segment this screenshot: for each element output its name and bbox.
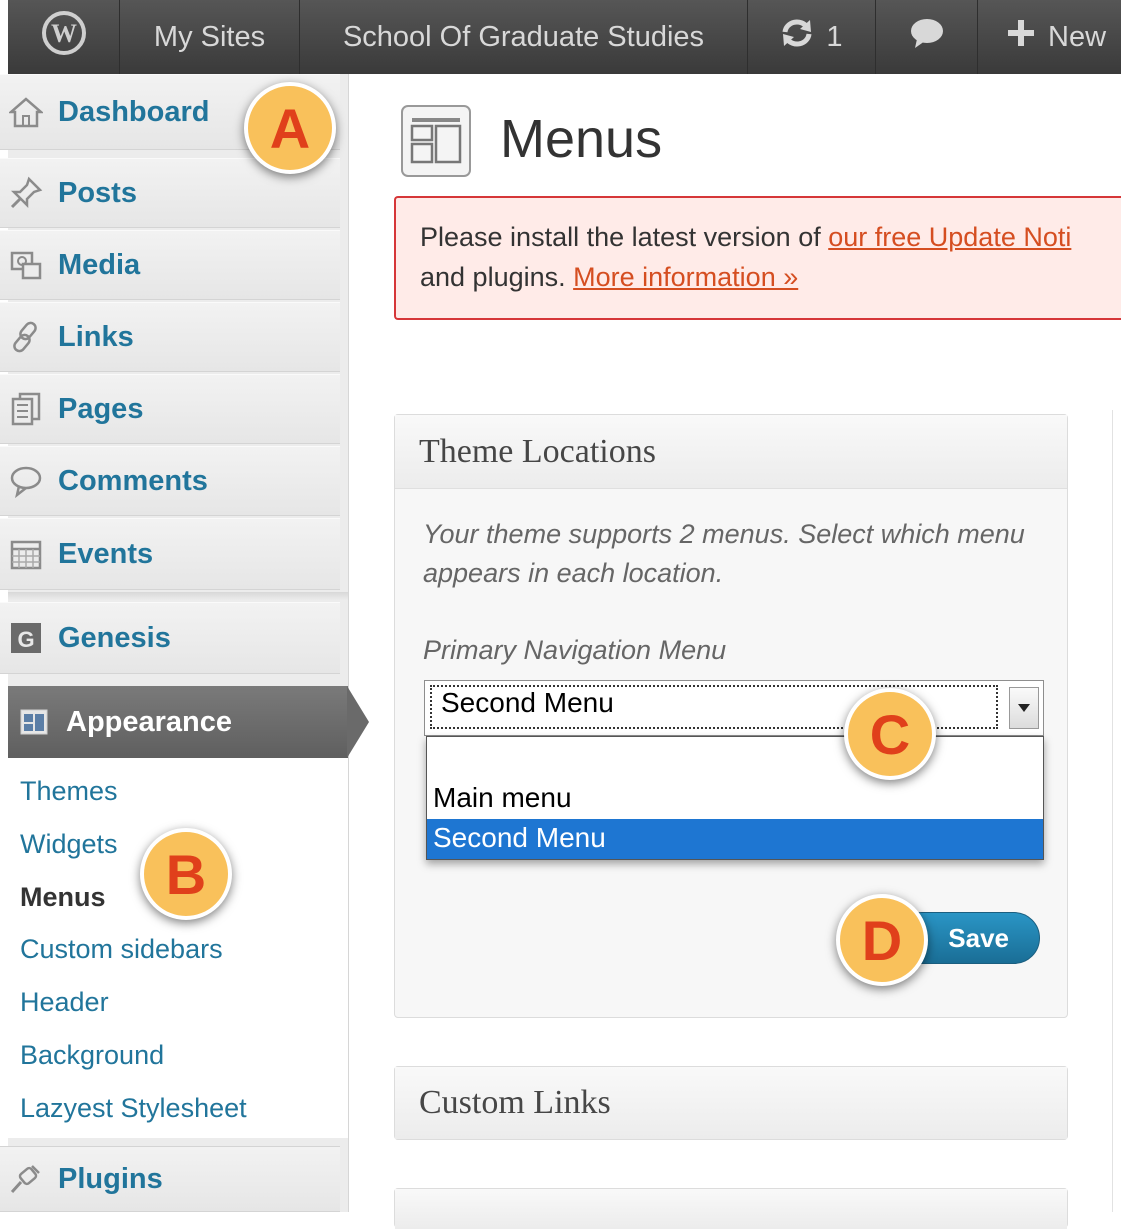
- primary-navigation-select[interactable]: Second Menu: [424, 680, 1044, 736]
- submenu-item-themes[interactable]: Themes: [20, 776, 118, 807]
- sidebar-item-pages[interactable]: Pages: [0, 374, 340, 444]
- active-menu-arrow: [347, 686, 369, 758]
- home-icon: [8, 94, 44, 130]
- sidebar-item-label: Media: [58, 248, 141, 281]
- sidebar-item-comments[interactable]: Comments: [0, 446, 340, 516]
- genesis-icon: G: [8, 620, 44, 656]
- sidebar-item-label: Comments: [58, 464, 208, 497]
- notice-line-1: Please install the latest version of our…: [420, 222, 1071, 253]
- sidebar-item-label: Posts: [58, 176, 137, 209]
- sidebar-item-label: Appearance: [66, 705, 233, 738]
- page-title: Menus: [500, 109, 663, 169]
- sidebar-item-label: Links: [58, 320, 134, 353]
- submenu-item-header[interactable]: Header: [20, 987, 109, 1018]
- select-current-value: Second Menu: [441, 687, 614, 718]
- notice-line-2: and plugins. More information »: [420, 262, 798, 293]
- svg-text:G: G: [17, 627, 34, 652]
- custom-links-box: Custom Links: [394, 1066, 1068, 1140]
- more-information-link[interactable]: More information »: [573, 262, 798, 292]
- my-sites-menu[interactable]: My Sites: [120, 0, 300, 74]
- sidebar-item-label: Plugins: [58, 1162, 163, 1195]
- submenu-item-custom-sidebars[interactable]: Custom sidebars: [20, 934, 223, 965]
- site-name-menu[interactable]: School Of Graduate Studies: [300, 0, 748, 74]
- chain-link-icon: [8, 319, 44, 355]
- new-content-menu[interactable]: New: [978, 0, 1121, 74]
- appearance-icon: [16, 704, 52, 740]
- sidebar-separator: [8, 592, 348, 600]
- submenu-item-lazyest-stylesheet[interactable]: Lazyest Stylesheet: [20, 1093, 247, 1124]
- updates-count: 1: [826, 20, 843, 53]
- plus-icon: [1008, 20, 1034, 54]
- new-label: New: [1048, 20, 1107, 53]
- update-notifier-link[interactable]: our free Update Noti: [828, 222, 1071, 252]
- comments-menu[interactable]: [876, 0, 978, 74]
- dropdown-option-empty[interactable]: [427, 737, 1043, 777]
- plug-icon: [8, 1161, 44, 1197]
- svg-text:W: W: [51, 19, 77, 48]
- comment-icon: [8, 463, 44, 499]
- column-divider: [1112, 410, 1113, 1212]
- submenu-item-menus[interactable]: Menus: [20, 882, 106, 913]
- callout-badge-c: C: [844, 688, 936, 780]
- sidebar-item-events[interactable]: Events: [0, 518, 340, 590]
- sidebar-item-label: Genesis: [58, 621, 171, 654]
- notice-text: Please install the latest version of: [420, 222, 829, 252]
- comment-bubble-icon: [909, 17, 945, 57]
- sidebar-item-appearance[interactable]: Appearance: [8, 686, 348, 758]
- sidebar-item-links[interactable]: Links: [0, 302, 340, 372]
- submenu-item-background[interactable]: Background: [20, 1040, 164, 1071]
- select-dropdown-button[interactable]: [1009, 687, 1039, 729]
- save-button-label: Save: [948, 922, 1009, 953]
- theme-locations-title[interactable]: Theme Locations: [395, 415, 1067, 489]
- wordpress-logo-icon: W: [40, 9, 88, 65]
- refresh-icon: [780, 18, 814, 56]
- sidebar-item-genesis[interactable]: G Genesis: [0, 602, 340, 674]
- callout-badge-d: D: [836, 894, 928, 986]
- next-metabox: [394, 1188, 1068, 1229]
- sidebar-item-plugins[interactable]: Plugins: [0, 1146, 340, 1212]
- pages-icon: [8, 391, 44, 427]
- theme-locations-description: Your theme supports 2 menus. Select whic…: [423, 519, 1025, 588]
- my-sites-label: My Sites: [153, 20, 266, 53]
- submenu-item-widgets[interactable]: Widgets: [20, 829, 118, 860]
- update-notice: Please install the latest version of our…: [394, 196, 1121, 320]
- sidebar-item-label: Events: [58, 537, 154, 570]
- menus-page-icon: [400, 104, 472, 178]
- chevron-down-icon: [1018, 704, 1030, 712]
- primary-navigation-label: Primary Navigation Menu: [423, 635, 727, 665]
- calendar-icon: [8, 536, 44, 572]
- callout-badge-b: B: [140, 828, 232, 920]
- pushpin-icon: [8, 175, 44, 211]
- notice-text: and plugins.: [420, 262, 574, 292]
- custom-links-title[interactable]: Custom Links: [395, 1067, 1067, 1139]
- sidebar-item-label: Dashboard: [58, 95, 210, 128]
- dropdown-option-second-menu[interactable]: Second Menu: [427, 819, 1043, 859]
- sidebar-item-media[interactable]: Media: [0, 230, 340, 300]
- site-name-label: School Of Graduate Studies: [342, 20, 705, 53]
- wordpress-logo-button[interactable]: W: [8, 0, 120, 74]
- next-metabox-header[interactable]: [395, 1189, 1067, 1229]
- admin-bar: W My Sites School Of Graduate Studies 1: [8, 0, 1121, 74]
- dropdown-option-main-menu[interactable]: Main menu: [427, 779, 1043, 819]
- updates-menu[interactable]: 1: [748, 0, 876, 74]
- media-icon: [8, 247, 44, 283]
- select-dropdown-list: Main menu Second Menu: [426, 736, 1044, 860]
- sidebar-item-label: Pages: [58, 392, 144, 425]
- callout-badge-a: A: [244, 82, 336, 174]
